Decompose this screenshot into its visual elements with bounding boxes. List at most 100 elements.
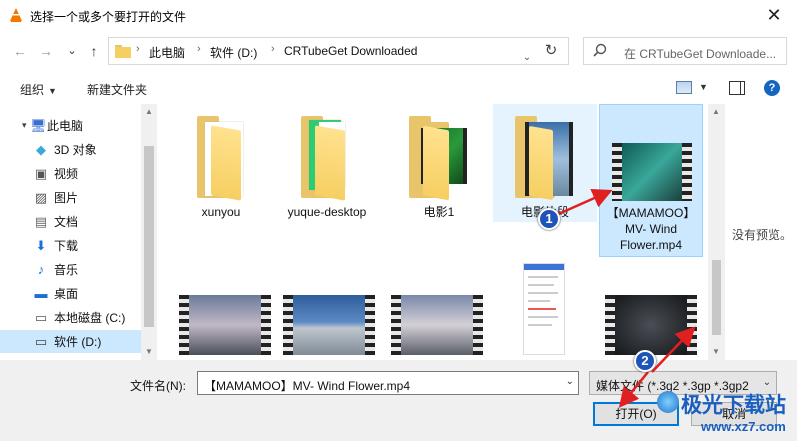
breadcrumb-crtubeget-folder[interactable]: CRTubeGet Downloaded xyxy=(284,44,417,58)
file-item-video[interactable] xyxy=(277,259,377,360)
preview-pane: 没有预览。 xyxy=(725,104,797,360)
scroll-down-icon[interactable]: ▼ xyxy=(708,347,724,356)
sidebar-item[interactable]: ▬ 桌面 xyxy=(0,282,141,305)
watermark-title: 极光下载站 xyxy=(681,393,786,417)
file-item-image[interactable] xyxy=(493,259,593,360)
file-name: yuque-desktop xyxy=(287,205,367,219)
title-bar: 选择一个或多个要打开的文件 ✕ xyxy=(0,0,797,31)
forward-arrow-icon[interactable]: → xyxy=(36,41,56,61)
address-bar[interactable]: › 此电脑 › 软件 (D:) › CRTubeGet Downloaded ⌄… xyxy=(108,37,569,65)
refresh-icon[interactable]: ↻ xyxy=(537,38,565,64)
video-thumbnail xyxy=(605,295,697,355)
breadcrumb-this-pc[interactable]: 此电脑 xyxy=(149,44,185,61)
back-arrow-icon[interactable]: ← xyxy=(10,41,30,61)
view-dropdown-icon[interactable]: ▼ xyxy=(699,82,708,92)
window-title: 选择一个或多个要打开的文件 xyxy=(30,10,187,24)
sidebar-item[interactable]: ▣ 视频 xyxy=(0,162,141,185)
filename-dropdown-icon[interactable]: ⌄ xyxy=(566,376,574,387)
folder-icon xyxy=(515,116,579,201)
navigation-pane-scrollbar[interactable]: ▲ ▼ xyxy=(141,104,157,360)
up-arrow-icon[interactable]: ↑ xyxy=(84,41,104,61)
file-list: xunyou yuque-desktop 电影1 【MAMAMOO】MV- Wi… xyxy=(157,104,708,360)
breadcrumb-drive-d[interactable]: 软件 (D:) xyxy=(210,44,257,61)
help-icon[interactable]: ? xyxy=(764,80,780,96)
sidebar-item[interactable]: ▭ 本地磁盘 (C:) xyxy=(0,306,141,329)
scroll-up-icon[interactable]: ▲ xyxy=(708,107,724,116)
sidebar-item[interactable]: ▾ 🖥 此电脑 xyxy=(0,114,141,137)
sidebar-item-label: 下载 xyxy=(54,239,79,253)
watermark: 极光下载站 www.xz7.com xyxy=(657,386,797,441)
sidebar-item-label: 桌面 xyxy=(54,287,79,301)
sidebar-item-label: 本地磁盘 (C:) xyxy=(54,311,126,325)
file-list-scrollbar[interactable]: ▲ ▼ xyxy=(708,104,725,360)
search-placeholder: 在 CRTubeGet Downloade... xyxy=(624,47,777,61)
navigation-pane: ▾ 🖥 此电脑 ◆ 3D 对象 ▣ 视频 ▨ 图片 ▤ 文档 ⬇ 下载 ♪ 音乐 ▬ 桌面 ▭ 本地磁盘 (C:) ▭… xyxy=(0,104,141,360)
computer-icon: 🖥 xyxy=(30,117,47,133)
file-item-video[interactable] xyxy=(383,259,483,360)
watermark-logo-icon xyxy=(657,391,679,413)
file-item-yuque-desktop[interactable]: yuque-desktop xyxy=(277,104,377,222)
sidebar-item-label: 文档 xyxy=(54,215,79,229)
file-item-xunyou[interactable]: xunyou xyxy=(171,104,271,222)
local-disk-icon: ▭ xyxy=(34,309,48,325)
organize-menu[interactable]: 组织 ▼ xyxy=(20,81,57,98)
sidebar-item-label: 软件 (D:) xyxy=(54,335,102,349)
desktop-folder-icon: ▬ xyxy=(34,285,48,301)
file-item-video[interactable] xyxy=(599,259,699,360)
downloads-folder-icon: ⬇ xyxy=(35,237,47,253)
folder-icon xyxy=(197,116,255,201)
sidebar-item[interactable]: ▤ 文档 xyxy=(0,210,141,233)
folder-icon xyxy=(301,116,361,201)
search-box[interactable]: 在 CRTubeGet Downloade... xyxy=(583,37,787,65)
filename-input[interactable]: 【MAMAMOO】MV- Wind Flower.mp4 ⌄ xyxy=(197,371,579,395)
navigation-bar: ← → ⌄ ↑ › 此电脑 › 软件 (D:) › CRTubeGet Down… xyxy=(0,31,797,71)
file-item-movie-clips[interactable]: 电影片段 xyxy=(493,104,597,222)
folder-icon xyxy=(409,116,471,201)
scroll-up-icon[interactable]: ▲ xyxy=(141,107,157,116)
new-folder-button[interactable]: 新建文件夹 xyxy=(87,81,147,98)
video-thumbnail xyxy=(179,295,271,355)
breadcrumb-separator: › xyxy=(197,43,201,55)
video-thumbnail xyxy=(612,143,692,201)
no-preview-text: 没有预览。 xyxy=(732,228,793,242)
file-item-mamamoo-video[interactable]: 【MAMAMOO】MV- Wind Flower.mp4 xyxy=(599,104,703,257)
drive-icon: ▭ xyxy=(34,333,48,349)
preview-pane-icon[interactable] xyxy=(729,81,745,95)
sidebar-item-label: 此电脑 xyxy=(47,119,84,133)
file-item-movie1[interactable]: 电影1 xyxy=(389,104,489,222)
breadcrumb-separator: › xyxy=(136,43,140,55)
annotation-marker-2: 2 xyxy=(634,350,656,372)
command-toolbar: 组织 ▼ 新建文件夹 ▼ ? xyxy=(0,71,797,104)
sidebar-item-label: 3D 对象 xyxy=(54,143,97,157)
sidebar-item-label: 视频 xyxy=(54,167,79,181)
3d-objects-icon: ◆ xyxy=(36,141,46,157)
video-folder-icon: ▣ xyxy=(34,165,48,181)
sidebar-item[interactable]: ▭ 软件 (D:) xyxy=(0,330,141,353)
search-icon xyxy=(593,43,607,57)
annotation-marker-1: 1 xyxy=(538,208,560,230)
video-thumbnail xyxy=(283,295,375,355)
file-item-video[interactable] xyxy=(171,259,271,360)
video-thumbnail xyxy=(391,295,483,355)
sidebar-item[interactable]: ♪ 音乐 xyxy=(0,258,141,281)
sidebar-item[interactable]: ⬇ 下载 xyxy=(0,234,141,257)
close-button[interactable]: ✕ xyxy=(751,0,797,31)
organize-label: 组织 xyxy=(20,83,45,97)
scroll-down-icon[interactable]: ▼ xyxy=(141,347,157,356)
caret-down-icon: ▼ xyxy=(48,86,57,96)
music-folder-icon: ♪ xyxy=(37,261,45,277)
breadcrumb-separator: › xyxy=(271,43,275,55)
view-mode-icon[interactable] xyxy=(676,81,692,94)
file-name: xunyou xyxy=(201,205,241,219)
filename-value: 【MAMAMOO】MV- Wind Flower.mp4 xyxy=(204,379,411,393)
recent-locations-chevron-icon[interactable]: ⌄ xyxy=(62,41,82,61)
sidebar-item[interactable]: ▨ 图片 xyxy=(0,186,141,209)
file-name: 【MAMAMOO】MV- Wind Flower.mp4 xyxy=(606,206,696,252)
expand-chevron-icon[interactable]: ▾ xyxy=(22,120,27,131)
scrollbar-thumb[interactable] xyxy=(712,260,721,335)
pictures-folder-icon: ▨ xyxy=(34,189,48,205)
documents-folder-icon: ▤ xyxy=(34,213,48,229)
scrollbar-thumb[interactable] xyxy=(144,146,154,327)
sidebar-item[interactable]: ◆ 3D 对象 xyxy=(0,138,141,161)
folder-icon xyxy=(115,45,131,58)
